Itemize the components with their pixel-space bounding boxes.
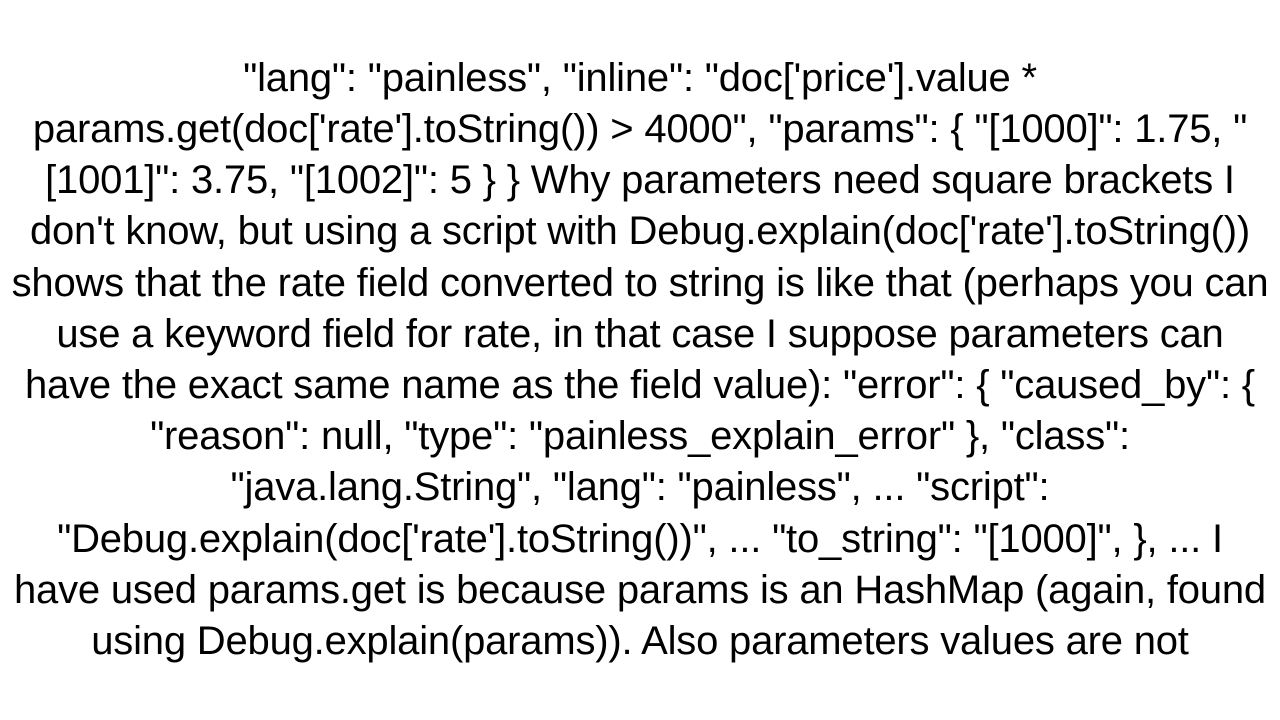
document-text: "lang": "painless", "inline": "doc['pric… — [0, 53, 1280, 667]
